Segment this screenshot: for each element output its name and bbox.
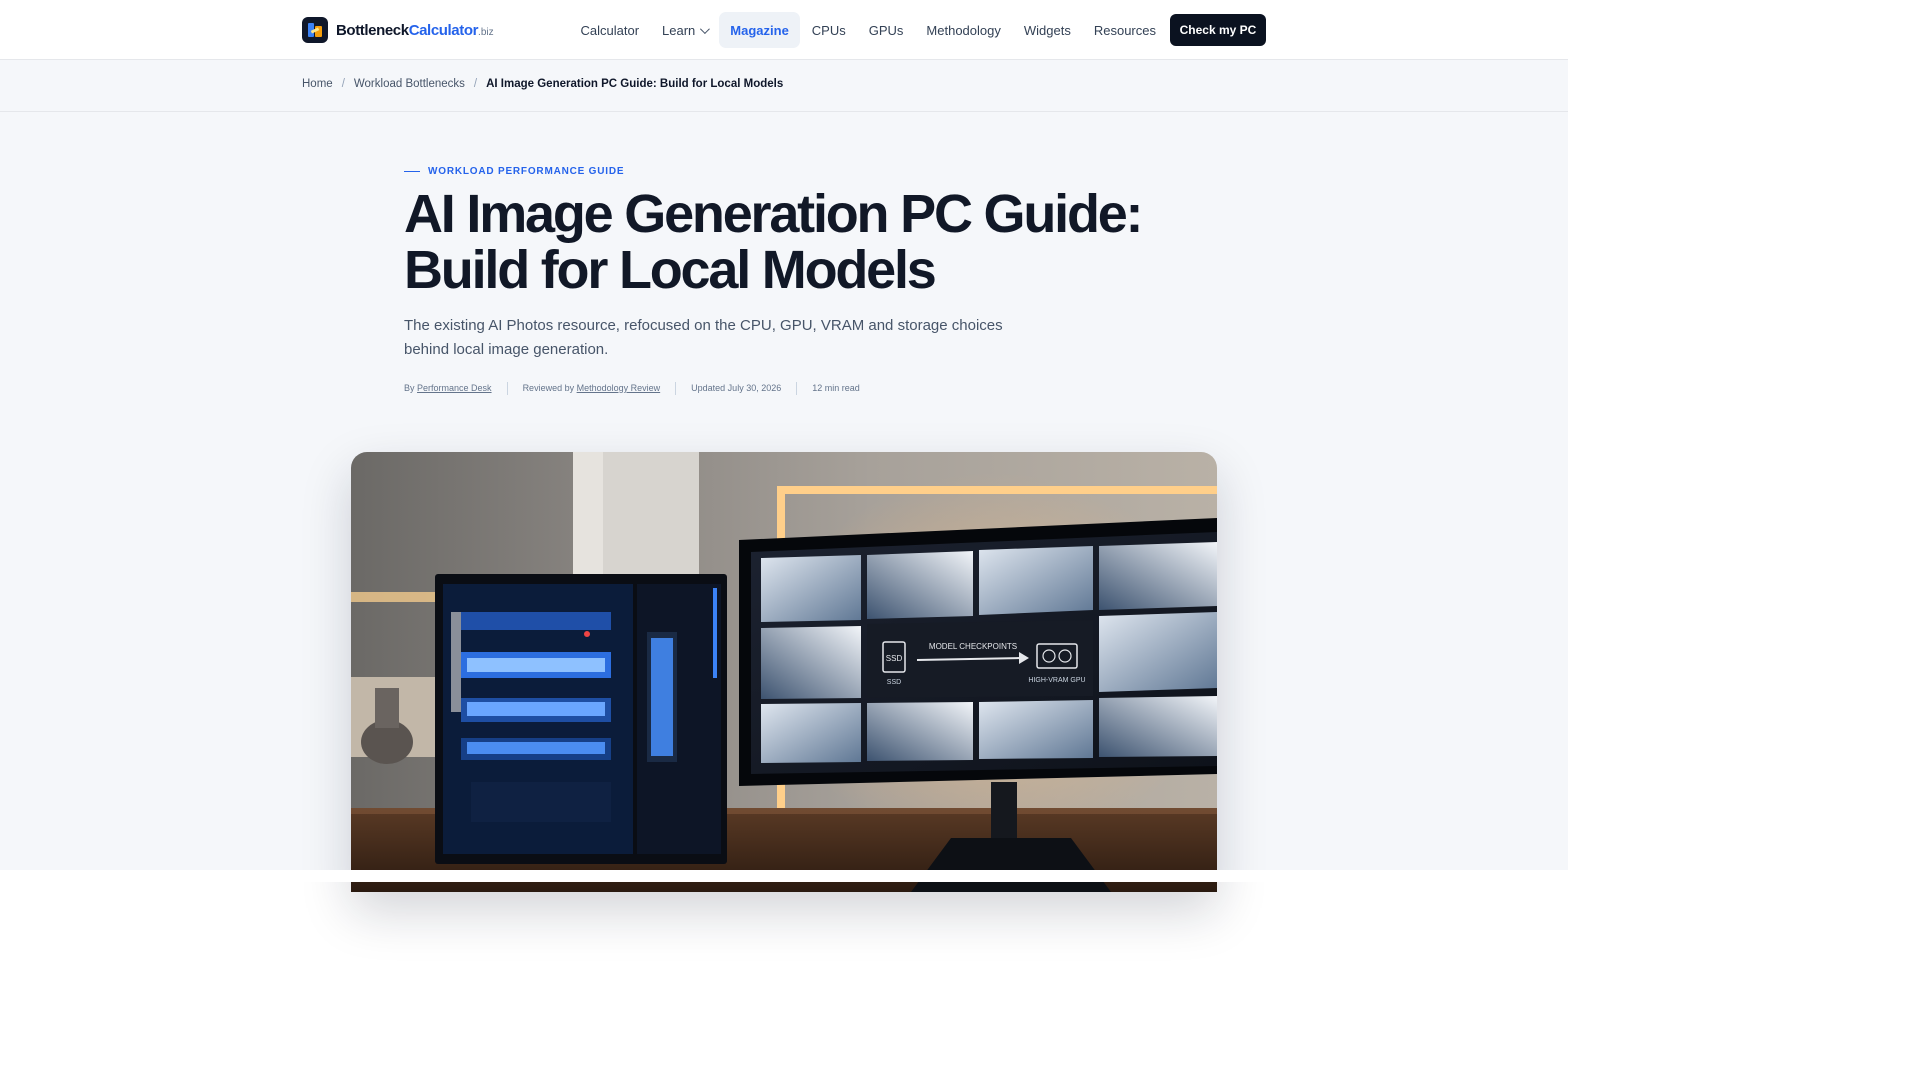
nav-calculator-label: Calculator [580, 22, 640, 38]
reviewer-link[interactable]: Methodology Review [577, 383, 661, 393]
author-link[interactable]: Performance Desk [417, 383, 492, 393]
nav-widgets-label: Widgets [1023, 22, 1071, 38]
breadcrumb-separator: / [473, 78, 478, 90]
breadcrumb-home-link[interactable]: Home [302, 78, 333, 90]
breadcrumb-workload-link[interactable]: Workload Bottlenecks [354, 78, 465, 90]
page-title: AI Image Generation PC Guide: Build for … [404, 184, 1144, 300]
kicker-text: WORKLOAD PERFORMANCE GUIDE [428, 166, 625, 177]
nav-learn[interactable]: Learn [651, 12, 719, 48]
nav-methodology[interactable]: Methodology [915, 12, 1012, 48]
article-kicker: WORKLOAD PERFORMANCE GUIDE [404, 166, 624, 177]
nav-gpus-label: GPUs [868, 22, 904, 38]
nav-cpus-label: CPUs [811, 22, 846, 38]
meta-updated: Updated July 30, 2026 [675, 382, 796, 395]
ssd-caption: SSD [887, 679, 901, 686]
breadcrumb-bar: Home / Workload Bottlenecks / AI Image G… [0, 60, 1568, 112]
nav-calculator[interactable]: Calculator [569, 12, 651, 48]
nav-widgets[interactable]: Widgets [1012, 12, 1082, 48]
nav-gpus[interactable]: GPUs [857, 12, 915, 48]
nav-learn-label: Learn [662, 22, 696, 38]
site-header: BottleneckCalculator.biz Calculator Learn… [0, 0, 1568, 60]
meta-reviewer: Reviewed by Methodology Review [506, 382, 676, 395]
flow-label: MODEL CHECKPOINTS [929, 642, 1017, 651]
nav-cpus[interactable]: CPUs [800, 12, 857, 48]
logo-icon [302, 17, 328, 43]
article-hero: WORKLOAD PERFORMANCE GUIDE AI Image Gene… [0, 112, 1568, 892]
logo-wordmark: BottleneckCalculator.biz [336, 21, 494, 39]
main-nav: Calculator Learn Magazine CPUs GPUs Methodolo… [569, 12, 1167, 48]
breadcrumb: Home / Workload Bottlenecks / AI Image G… [302, 78, 783, 90]
breadcrumb-current: AI Image Generation PC Guide: Build for … [486, 78, 784, 90]
breadcrumb-separator: / [341, 78, 345, 90]
ssd-label: SSD [886, 654, 903, 663]
hero-image: SSD SSD MODEL CHECKPOINTS HIGH-VRAM GPU [351, 452, 1217, 892]
nav-methodology-label: Methodology [926, 22, 1001, 38]
gpu-caption: HIGH-VRAM GPU [1028, 677, 1085, 684]
chevron-down-icon [700, 23, 711, 34]
site-logo[interactable]: BottleneckCalculator.biz [302, 16, 494, 44]
page-bottom-band [0, 870, 1568, 882]
nav-resources[interactable]: Resources [1082, 12, 1167, 48]
article-subtitle: The existing AI Photos resource, refocus… [404, 317, 1003, 358]
meta-read-time: 12 min read [796, 382, 875, 395]
nav-magazine[interactable]: Magazine [718, 12, 801, 48]
check-my-pc-button[interactable]: Check my PC [1170, 14, 1266, 46]
nav-resources-label: Resources [1093, 22, 1156, 38]
article-meta: By Performance Desk Reviewed by Methodol… [404, 382, 875, 395]
nav-magazine-label: Magazine [730, 22, 789, 38]
kicker-rule [404, 171, 420, 172]
meta-author: By Performance Desk [404, 383, 492, 393]
